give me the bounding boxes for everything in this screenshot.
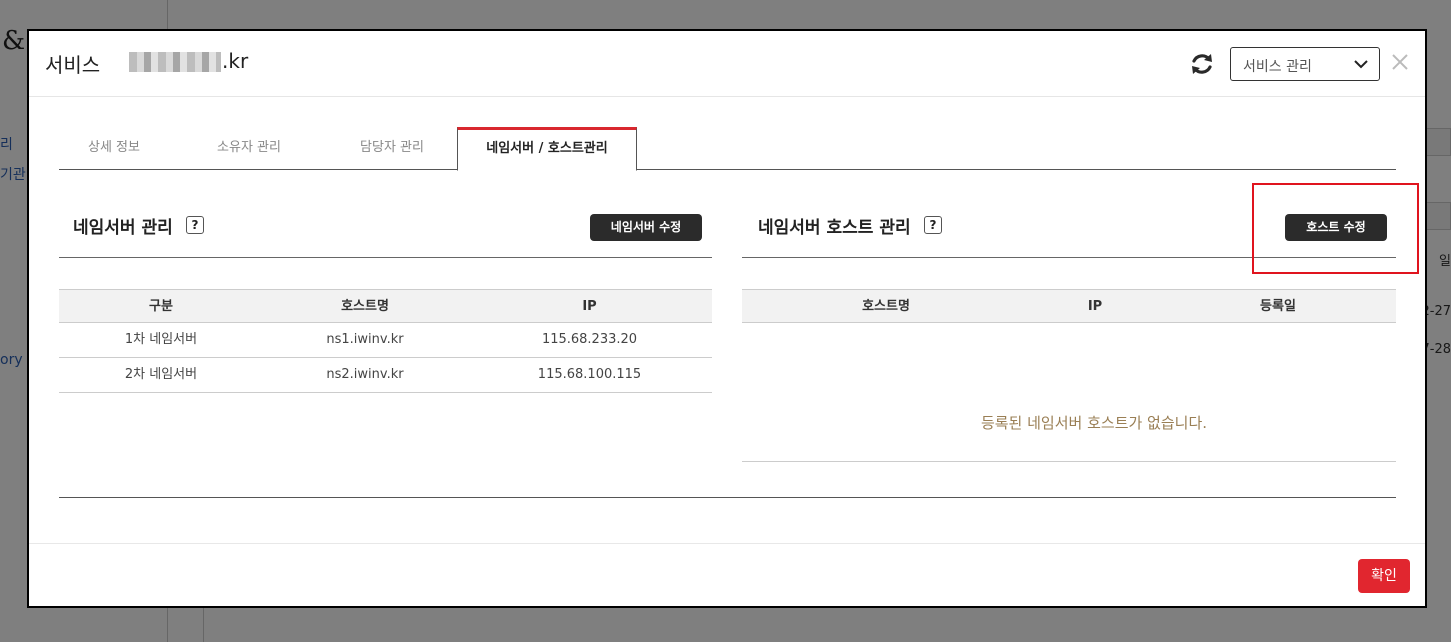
divider [59, 257, 712, 258]
column-header-registered-date: 등록일 [1260, 299, 1296, 314]
cell-type: 2차 네임서버 [124, 367, 198, 382]
host-table-header: 호스트명 IP 등록일 [742, 289, 1396, 323]
cell-hostname: ns2.iwinv.kr [326, 367, 404, 382]
nameserver-panel-title: 네임서버 관리 [73, 218, 173, 238]
help-icon[interactable]: ? [186, 216, 204, 234]
host-empty-message: 등록된 네임서버 호스트가 없습니다. [980, 414, 1208, 432]
cell-ip: 115.68.100.115 [537, 367, 642, 382]
column-header-ip: IP [582, 299, 597, 314]
nameserver-panel: 네임서버 관리 ? 네임서버 수정 구분 호스트명 IP 1차 네임서버 ns1… [59, 171, 712, 501]
table-row: 1차 네임서버 ns1.iwinv.kr 115.68.233.20 [59, 323, 712, 358]
highlight-annotation-box [1252, 183, 1419, 274]
cell-hostname: ns1.iwinv.kr [326, 332, 404, 347]
service-modal: 서비스 .kr 서비스 관리 상세 정보 소유자 관리 담당자 관리 네임서버 … [27, 29, 1427, 608]
table-row: 2차 네임서버 ns2.iwinv.kr 115.68.100.115 [59, 358, 712, 393]
service-select-value: 서비스 관리 [1243, 59, 1312, 75]
divider [742, 461, 1396, 462]
cell-type: 1차 네임서버 [124, 332, 198, 347]
modal-header: 서비스 .kr 서비스 관리 [29, 31, 1425, 97]
modal-footer-divider [29, 543, 1425, 544]
tab-owner-management[interactable]: 소유자 관리 [189, 127, 309, 170]
column-header-hostname: 호스트명 [341, 299, 389, 314]
nameserver-edit-button[interactable]: 네임서버 수정 [590, 214, 702, 241]
tab-detail-info[interactable]: 상세 정보 [59, 127, 169, 170]
service-select[interactable]: 서비스 관리 [1230, 47, 1380, 81]
column-header-ip: IP [1087, 299, 1103, 314]
cell-ip: 115.68.233.20 [541, 332, 638, 347]
host-panel-title: 네임서버 호스트 관리 [758, 218, 911, 238]
column-header-hostname: 호스트명 [862, 299, 910, 314]
tab-contact-management[interactable]: 담당자 관리 [327, 127, 457, 170]
divider [59, 497, 1396, 498]
domain-suffix: .kr [222, 49, 249, 73]
domain-name-redacted [129, 52, 221, 72]
tab-nameserver-host[interactable]: 네임서버 / 호스트관리 [457, 127, 637, 171]
column-header-type: 구분 [149, 299, 173, 314]
chevron-down-icon [1354, 60, 1368, 69]
close-icon[interactable] [1389, 51, 1411, 73]
help-icon[interactable]: ? [924, 216, 942, 234]
confirm-button[interactable]: 확인 [1358, 559, 1410, 593]
refresh-icon[interactable] [1189, 51, 1215, 77]
nameserver-table-header: 구분 호스트명 IP [59, 289, 712, 323]
modal-title: 서비스 [45, 53, 101, 77]
tab-bar: 상세 정보 소유자 관리 담당자 관리 네임서버 / 호스트관리 [59, 127, 1396, 171]
